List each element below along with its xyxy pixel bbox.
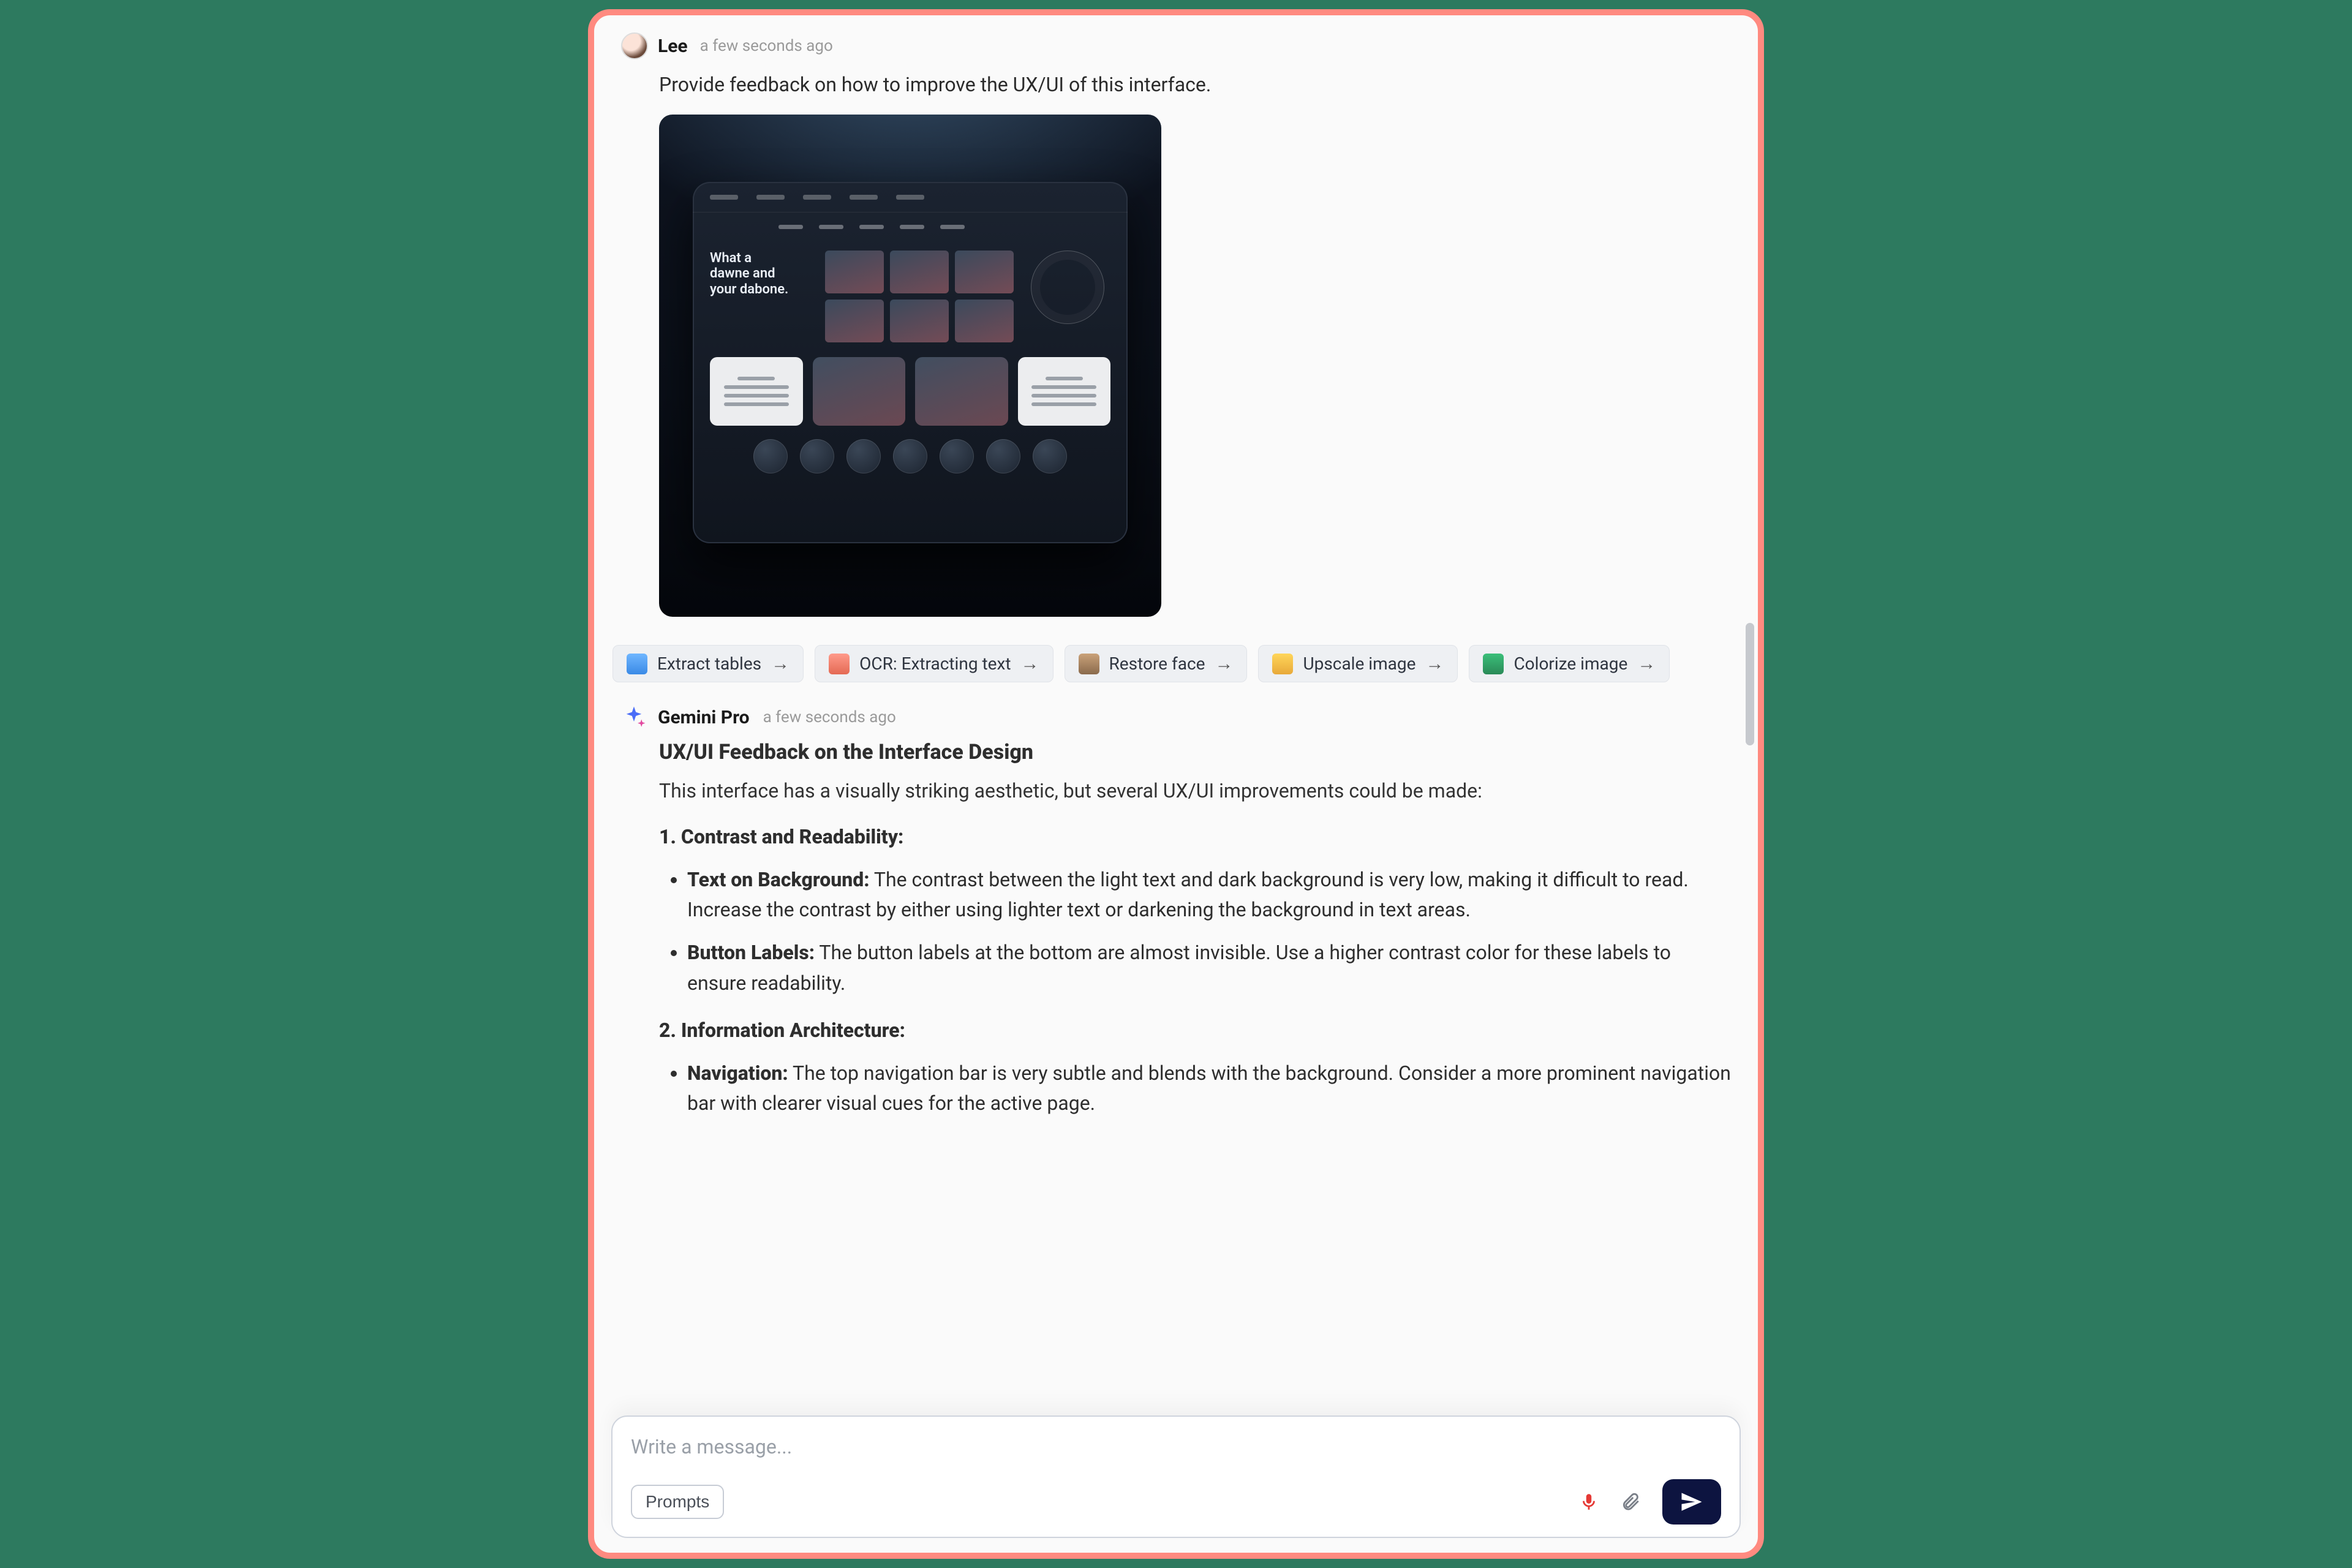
mock-hero-text: What a dawne and your dabone. (710, 251, 814, 297)
arrow-right-icon: → (1021, 653, 1039, 674)
arrow-right-icon: → (1637, 653, 1656, 674)
ocr-icon (829, 654, 850, 674)
bullet-label: Navigation: (687, 1061, 788, 1085)
chat-window: Lee a few seconds ago Provide feedback o… (588, 9, 1764, 1559)
attachment-icon[interactable] (1618, 1490, 1643, 1514)
chip-label: Colorize image (1513, 654, 1627, 674)
message-input[interactable]: Write a message... (631, 1435, 1721, 1458)
section-1-title: 1. Contrast and Readability: (659, 822, 1731, 853)
prompts-button[interactable]: Prompts (631, 1485, 724, 1519)
colorize-icon (1483, 654, 1504, 674)
scrollbar-thumb[interactable] (1746, 623, 1754, 745)
assistant-header: Gemini Pro a few seconds ago (621, 704, 1731, 730)
user-name: Lee (658, 36, 688, 57)
arrow-right-icon: → (1425, 653, 1444, 674)
bullet-text: The top navigation bar is very subtle an… (687, 1061, 1731, 1115)
bullet-label: Button Labels: (687, 941, 815, 964)
assistant-message: Gemini Pro a few seconds ago UX/UI Feedb… (594, 686, 1758, 1119)
user-message: Lee a few seconds ago Provide feedback o… (594, 15, 1758, 629)
arrow-right-icon: → (771, 653, 790, 674)
chip-label: Upscale image (1303, 654, 1415, 674)
sparkle-icon (621, 704, 647, 730)
chip-label: Restore face (1109, 654, 1205, 674)
user-timestamp: a few seconds ago (700, 37, 833, 55)
attached-image[interactable]: What a dawne and your dabone. (659, 115, 1161, 617)
assistant-timestamp: a few seconds ago (763, 708, 896, 726)
user-prompt-text: Provide feedback on how to improve the U… (659, 73, 1731, 96)
send-button[interactable] (1662, 1479, 1721, 1525)
face-icon (1079, 654, 1099, 674)
response-title: UX/UI Feedback on the Interface Design (659, 736, 1731, 769)
microphone-icon[interactable] (1577, 1490, 1601, 1514)
composer-toolbar: Prompts (631, 1479, 1721, 1525)
mock-ui-tablet: What a dawne and your dabone. (693, 182, 1128, 543)
conversation-scroll[interactable]: Lee a few seconds ago Provide feedback o… (594, 15, 1758, 1415)
assistant-body: UX/UI Feedback on the Interface Design T… (659, 736, 1731, 1119)
chip-restore-face[interactable]: Restore face → (1065, 645, 1248, 682)
list-item: Text on Background: The contrast between… (687, 865, 1731, 925)
chip-label: Extract tables (657, 654, 761, 674)
list-item: Button Labels: The button labels at the … (687, 938, 1731, 998)
scrollbar[interactable] (1746, 23, 1754, 1387)
chip-extract-tables[interactable]: Extract tables → (612, 645, 804, 682)
upscale-icon (1272, 654, 1293, 674)
chip-ocr[interactable]: OCR: Extracting text → (815, 645, 1053, 682)
table-icon (627, 654, 647, 674)
chip-label: OCR: Extracting text (859, 654, 1011, 674)
list-item: Navigation: The top navigation bar is ve… (687, 1058, 1731, 1119)
assistant-name: Gemini Pro (658, 707, 750, 728)
arrow-right-icon: → (1215, 653, 1233, 674)
chip-colorize[interactable]: Colorize image → (1469, 645, 1670, 682)
user-avatar (621, 32, 648, 59)
response-intro: This interface has a visually striking a… (659, 776, 1731, 807)
user-message-header: Lee a few seconds ago (621, 32, 1731, 59)
chip-upscale[interactable]: Upscale image → (1258, 645, 1458, 682)
section-2-list: Navigation: The top navigation bar is ve… (687, 1058, 1731, 1119)
section-2-title: 2. Information Architecture: (659, 1016, 1731, 1046)
bullet-text: The button labels at the bottom are almo… (687, 941, 1671, 995)
section-1-list: Text on Background: The contrast between… (687, 865, 1731, 998)
bullet-label: Text on Background: (687, 868, 870, 891)
message-composer: Write a message... Prompts (611, 1415, 1741, 1538)
image-action-chips: Extract tables → OCR: Extracting text → … (594, 629, 1758, 686)
